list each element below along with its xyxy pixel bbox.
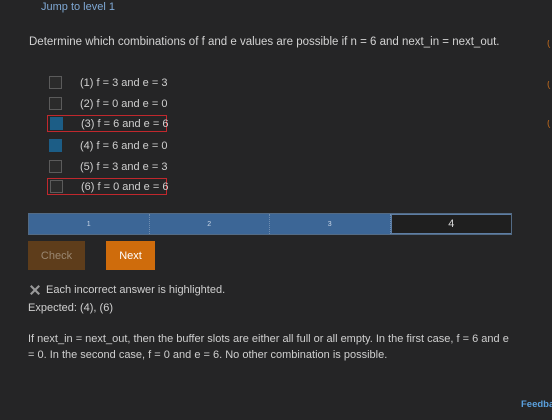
level-4-segment-current[interactable]: 4 (390, 214, 511, 234)
option-1-checkbox[interactable] (49, 76, 62, 89)
incorrect-feedback-line: Each incorrect answer is highlighted. (28, 283, 225, 297)
option-5-label: (5) f = 3 and e = 3 (80, 160, 168, 173)
option-5[interactable]: (5) f = 3 and e = 3 (47, 158, 167, 175)
feedback-link[interactable]: Feedback (521, 399, 552, 410)
feedback-message: Each incorrect answer is highlighted. (46, 284, 226, 296)
option-1[interactable]: (1) f = 3 and e = 3 (47, 74, 167, 91)
option-1-label: (1) f = 3 and e = 3 (80, 76, 168, 89)
option-2-checkbox[interactable] (49, 97, 62, 110)
feedback-area: Each incorrect answer is highlighted. Ex… (28, 283, 225, 314)
option-2[interactable]: (2) f = 0 and e = 0 (47, 95, 167, 112)
option-6-label: (6) f = 0 and e = 6 (81, 180, 169, 193)
expected-answer: Expected: (4), (6) (28, 302, 113, 314)
edge-marker: ( (547, 120, 551, 128)
option-4-checkbox[interactable] (49, 139, 62, 152)
option-3[interactable]: (3) f = 6 and e = 6 (47, 115, 169, 132)
option-4[interactable]: (4) f = 6 and e = 0 (47, 137, 167, 154)
jump-to-level-link[interactable]: Jump to level 1 (41, 1, 115, 13)
option-2-label: (2) f = 0 and e = 0 (80, 97, 168, 110)
next-button[interactable]: Next (106, 241, 155, 270)
edge-marker: ( (547, 40, 551, 48)
level-progress-bar: 1 2 3 4 (28, 213, 512, 235)
option-6-checkbox[interactable] (50, 180, 63, 193)
x-icon (30, 285, 40, 295)
level-2-segment[interactable]: 2 (149, 214, 270, 234)
option-4-label: (4) f = 6 and e = 0 (80, 139, 168, 152)
option-3-label: (3) f = 6 and e = 6 (81, 117, 169, 130)
option-5-checkbox[interactable] (49, 160, 62, 173)
edge-marker: ( (547, 81, 551, 89)
level-3-segment[interactable]: 3 (270, 214, 391, 234)
level-1-segment[interactable]: 1 (29, 214, 150, 234)
question-prompt: Determine which combinations of f and e … (29, 36, 500, 48)
check-button[interactable]: Check (28, 241, 85, 270)
option-6[interactable]: (6) f = 0 and e = 6 (47, 178, 169, 195)
explanation-text: If next_in = next_out, then the buffer s… (28, 333, 509, 361)
option-3-checkbox[interactable] (50, 117, 63, 130)
